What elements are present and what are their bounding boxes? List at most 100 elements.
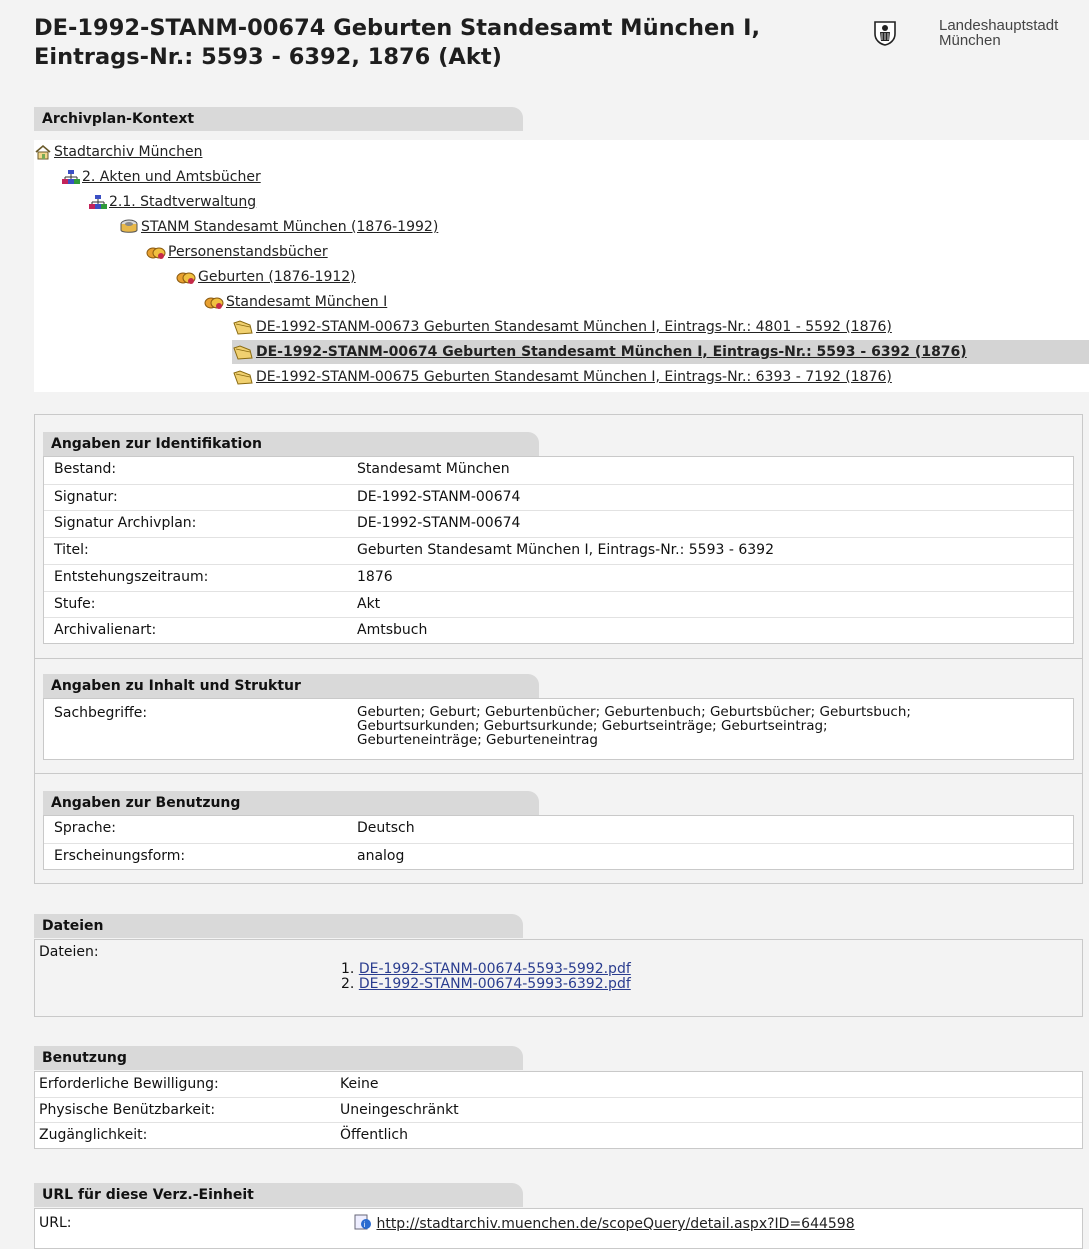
row-label: Sprache: [54,820,117,836]
tree-node-stadtverwaltung[interactable]: 2.1. Stadtverwaltung [89,190,256,214]
ident-row: Titel: Geburten Standesamt München I, Ein… [44,537,1073,563]
benutzung-heading: Benutzung [34,1046,523,1070]
row-value: Geburten Standesamt München I, Eintrags-… [357,542,774,558]
sachbegriffe-label: Sachbegriffe: [54,705,148,721]
row-value: Deutsch [357,820,415,836]
row-label: Archivalienart: [54,622,157,638]
file-link[interactable]: DE-1992-STANM-00674-5993-6392.pdf [359,976,631,992]
files-box: Dateien: 1. DE-1992-STANM-00674-5593-599… [34,939,1083,1017]
logo-line-2: München [939,32,1001,49]
row-label: Stufe: [54,596,96,612]
sachbegriffe-line: Geburten; Geburt; Geburtenbücher; Geburt… [357,704,911,720]
files-heading: Dateien [34,914,523,938]
url-label: URL: [39,1215,72,1231]
row-label: Erscheinungsform: [54,848,186,864]
row-value: 1876 [357,569,393,585]
row-label: Entstehungszeitraum: [54,569,209,585]
logo-text: Landeshauptstadt München [939,18,1058,48]
tree-link[interactable]: DE-1992-STANM-00675 Geburten Standesamt … [256,369,892,385]
file-number: 1. [341,961,355,977]
series-icon [146,247,166,259]
tree-link[interactable]: DE-1992-STANM-00674 Geburten Standesamt … [256,344,967,360]
row-label: Signatur Archivplan: [54,515,197,531]
row-value: DE-1992-STANM-00674 [357,515,521,531]
tree-link[interactable]: Personenstandsbücher [168,244,328,260]
usage-row: Erscheinungsform: analog [44,843,1073,869]
series-icon [204,297,224,309]
tree-node-geburten[interactable]: Geburten (1876-1912) [176,265,356,289]
usage-row: Sprache: Deutsch [44,816,1073,842]
content-heading: Angaben zu Inhalt und Struktur [43,674,539,698]
permalink[interactable]: http://stadtarchiv.muenchen.de/scopeQuer… [376,1216,854,1232]
row-value: DE-1992-STANM-00674 [357,489,521,505]
sachbegriffe-line: Geburteneinträge; Geburteneintrag [357,732,598,748]
hierarchy-icon [62,170,80,184]
files-label: Dateien: [39,944,99,960]
tree-link[interactable]: 2.1. Stadtverwaltung [109,194,256,210]
tree-node-00673[interactable]: DE-1992-STANM-00673 Geburten Standesamt … [232,315,892,339]
link-icon: i [354,1214,371,1230]
file-folder-icon [233,345,253,360]
row-label: Erforderliche Bewilligung: [39,1076,219,1092]
tree-node-stanm[interactable]: STANM Standesamt München (1876-1992) [119,215,438,239]
archive-tree: Stadtarchiv München 2. Akten und Amtsbüc… [34,140,1089,392]
benutzung-row: Zugänglichkeit: Öffentlich [35,1122,1082,1147]
row-label: Titel: [54,542,89,558]
row-value: analog [357,848,405,864]
url-value: i http://stadtarchiv.muenchen.de/scopeQu… [354,1214,855,1233]
row-value: Akt [357,596,381,612]
tree-link[interactable]: Standesamt München I [226,294,387,310]
home-icon [35,144,51,160]
file-number: 2. [341,976,355,992]
tree-link[interactable]: DE-1992-STANM-00673 Geburten Standesamt … [256,319,892,335]
panel-divider [34,773,1083,774]
fonds-icon [120,219,138,233]
row-value: Öffentlich [340,1127,408,1143]
file-folder-icon [233,320,253,335]
tree-node-00674-selected[interactable]: DE-1992-STANM-00674 Geburten Standesamt … [232,340,1089,364]
row-value: Keine [340,1076,379,1092]
context-heading: Archivplan-Kontext [34,107,523,131]
benutzung-row: Erforderliche Bewilligung: Keine [35,1072,1082,1097]
tree-node-00675[interactable]: DE-1992-STANM-00675 Geburten Standesamt … [232,365,892,389]
tree-link[interactable]: 2. Akten und Amtsbücher [82,169,261,185]
logo-line-1: Landeshauptstadt [939,17,1059,34]
identification-table: Bestand: Standesamt München Signatur: DE-1… [43,456,1074,644]
tree-node-akten[interactable]: 2. Akten und Amtsbücher [62,165,261,189]
file-item: 2. DE-1992-STANM-00674-5993-6392.pdf [341,977,631,992]
ident-row: Entstehungszeitraum: 1876 [44,564,1073,590]
url-box: URL: i http://stadtarchiv.muenchen.de/sc… [34,1208,1083,1249]
ident-row: Stufe: Akt [44,591,1073,617]
tree-node-standesamt[interactable]: Standesamt München I [204,290,387,314]
tree-node-personenstand[interactable]: Personenstandsbücher [146,240,328,264]
muenchner-kindl-icon [874,21,896,46]
identification-heading: Angaben zur Identifikation [43,432,539,456]
sachbegriffe-line: Geburtsurkunden; Geburtsurkunde; Geburts… [357,718,828,734]
content-table: Sachbegriffe: Geburten; Geburt; Geburten… [43,698,1074,760]
page-title: DE-1992-STANM-00674 Geburten Standesamt … [34,15,760,70]
tree-link[interactable]: Geburten (1876-1912) [198,269,356,285]
usage-info-table: Sprache: Deutsch Erscheinungsform: analog [43,815,1074,870]
sachbegriffe-value: Geburten; Geburt; Geburtenbücher; Geburt… [357,705,911,747]
row-label: Physische Benützbarkeit: [39,1102,216,1118]
svg-text:i: i [364,1221,366,1229]
files-list: 1. DE-1992-STANM-00674-5593-5992.pdf 2. … [341,962,631,992]
series-icon [176,272,196,284]
url-heading: URL für diese Verz.-Einheit [34,1183,523,1207]
ident-row: Archivalienart: Amtsbuch [44,617,1073,643]
row-label: Signatur: [54,489,118,505]
ident-row: Signatur Archivplan: DE-1992-STANM-00674 [44,510,1073,536]
row-value: Uneingeschränkt [340,1102,459,1118]
ident-row: Signatur: DE-1992-STANM-00674 [44,484,1073,510]
ident-row: Bestand: Standesamt München [44,457,1073,483]
row-value: Amtsbuch [357,622,428,638]
page-header: DE-1992-STANM-00674 Geburten Standesamt … [34,10,1089,80]
tree-link[interactable]: Stadtarchiv München [54,144,202,160]
tree-link[interactable]: STANM Standesamt München (1876-1992) [141,219,438,235]
row-value: Standesamt München [357,461,510,477]
file-link[interactable]: DE-1992-STANM-00674-5593-5992.pdf [359,961,631,977]
file-folder-icon [233,370,253,385]
panel-divider [34,658,1083,659]
row-label: Zugänglichkeit: [39,1127,148,1143]
tree-node-root[interactable]: Stadtarchiv München [34,140,202,164]
